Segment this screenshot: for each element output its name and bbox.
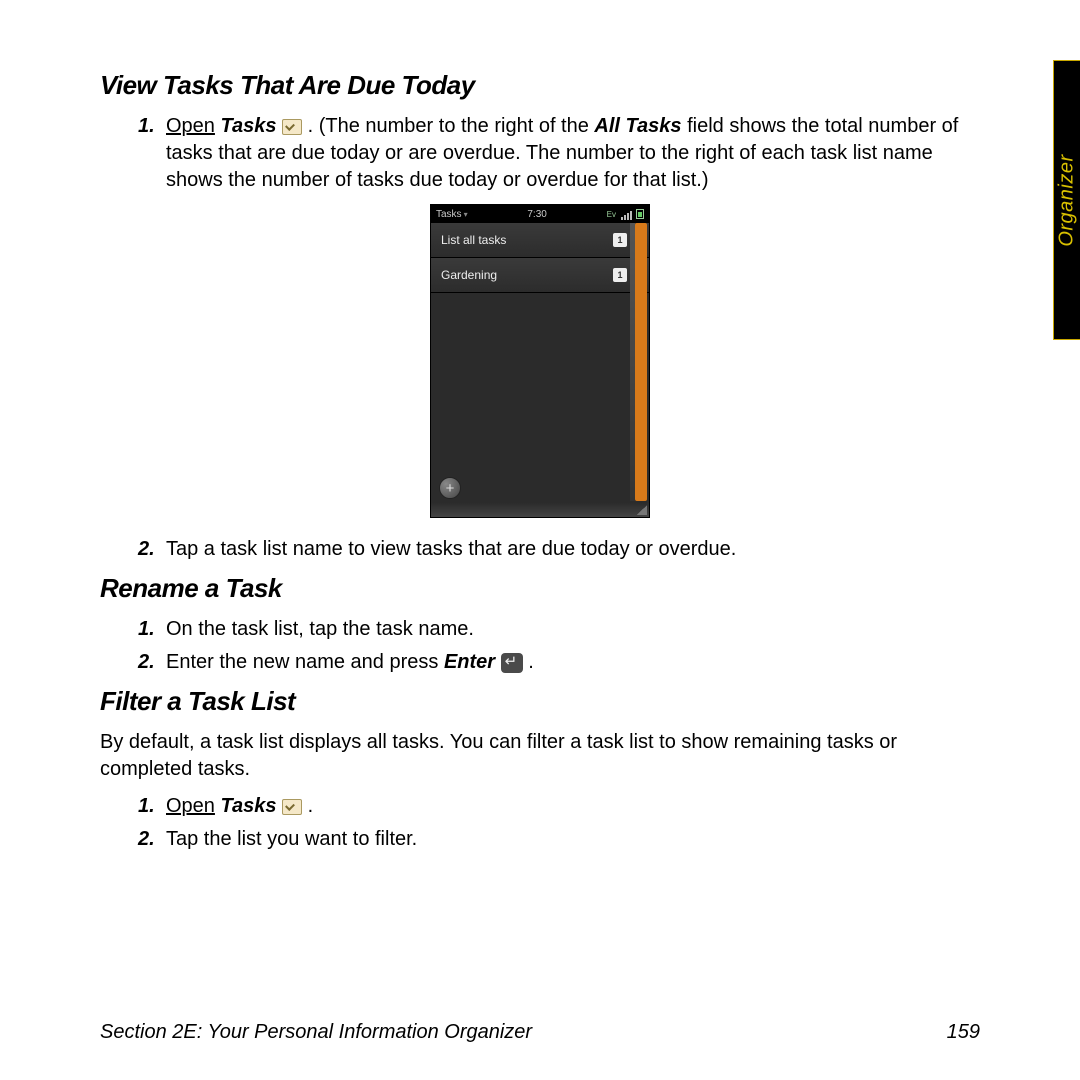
step-text: On the task list, tap the task name. [166, 618, 474, 640]
side-tab-label: Organizer [1056, 154, 1079, 246]
steps-view-tasks: 1. Open Tasks . (The number to the right… [138, 113, 980, 194]
phone-bottom-bar [431, 502, 649, 517]
heading-view-tasks: View Tasks That Are Due Today [100, 70, 980, 101]
phone-body [431, 293, 649, 517]
phone-status-bar: Tasks ▾ 7:30 Ev [431, 205, 649, 223]
step-text: Tap the list you want to filter. [166, 828, 417, 850]
phone-list-row[interactable]: List all tasks 1 [431, 223, 649, 258]
signal-icon [620, 209, 632, 220]
phone-list-row[interactable]: Gardening 1 [431, 258, 649, 293]
step-number: 1. [138, 616, 155, 643]
open-link[interactable]: Open [166, 115, 215, 137]
step-text: . (The number to the right of the [308, 115, 595, 137]
step-number: 2. [138, 536, 155, 563]
tasks-icon [282, 119, 302, 135]
step-number: 2. [138, 649, 155, 676]
step-item: 1. Open Tasks . [138, 793, 980, 820]
step-item: 1. On the task list, tap the task name. [138, 616, 980, 643]
tasks-icon [282, 799, 302, 815]
phone-row-label: Gardening [441, 268, 497, 282]
phone-row-label: List all tasks [441, 233, 506, 247]
step-item: 1. Open Tasks . (The number to the right… [138, 113, 980, 194]
enter-label: Enter [444, 651, 495, 673]
page-footer: Section 2E: Your Personal Information Or… [100, 1021, 980, 1044]
step-text: Tap a task list name to view tasks that … [166, 538, 736, 560]
phone-row-count: 1 [613, 233, 627, 247]
tasks-label: Tasks [221, 795, 277, 817]
step-number: 1. [138, 793, 155, 820]
phone-time: 7:30 [527, 209, 546, 220]
step-number: 2. [138, 826, 155, 853]
step-text: Enter the new name and press [166, 651, 444, 673]
step-item: 2. Enter the new name and press Enter . [138, 649, 980, 676]
add-button[interactable]: + [439, 477, 461, 499]
step-text: . [528, 651, 534, 673]
resize-icon [637, 505, 647, 515]
phone-screenshot: Tasks ▾ 7:30 Ev List all tasks 1 Gardeni… [430, 204, 650, 518]
step-item: 2. Tap the list you want to filter. [138, 826, 980, 853]
steps-view-tasks-2: 2. Tap a task list name to view tasks th… [138, 536, 980, 563]
phone-app-name: Tasks [436, 209, 462, 220]
battery-icon [636, 209, 644, 219]
ev-icon: Ev [607, 210, 616, 219]
heading-filter-task-list: Filter a Task List [100, 686, 980, 717]
tasks-label: Tasks [221, 115, 277, 137]
filter-intro: By default, a task list displays all tas… [100, 729, 980, 783]
step-text: . [308, 795, 314, 817]
phone-row-count: 1 [613, 268, 627, 282]
phone-scrollbar[interactable] [635, 223, 647, 501]
steps-rename: 1. On the task list, tap the task name. … [138, 616, 980, 676]
all-tasks-label: All Tasks [594, 115, 681, 137]
footer-section-title: Section 2E: Your Personal Information Or… [100, 1021, 532, 1044]
chevron-down-icon: ▾ [464, 210, 468, 219]
enter-key-icon [501, 653, 523, 673]
step-item: 2. Tap a task list name to view tasks th… [138, 536, 980, 563]
footer-page-number: 159 [947, 1021, 980, 1044]
side-tab-organizer: Organizer [1053, 60, 1080, 340]
open-link[interactable]: Open [166, 795, 215, 817]
heading-rename-task: Rename a Task [100, 573, 980, 604]
step-number: 1. [138, 113, 155, 140]
steps-filter: 1. Open Tasks . 2. Tap the list you want… [138, 793, 980, 853]
